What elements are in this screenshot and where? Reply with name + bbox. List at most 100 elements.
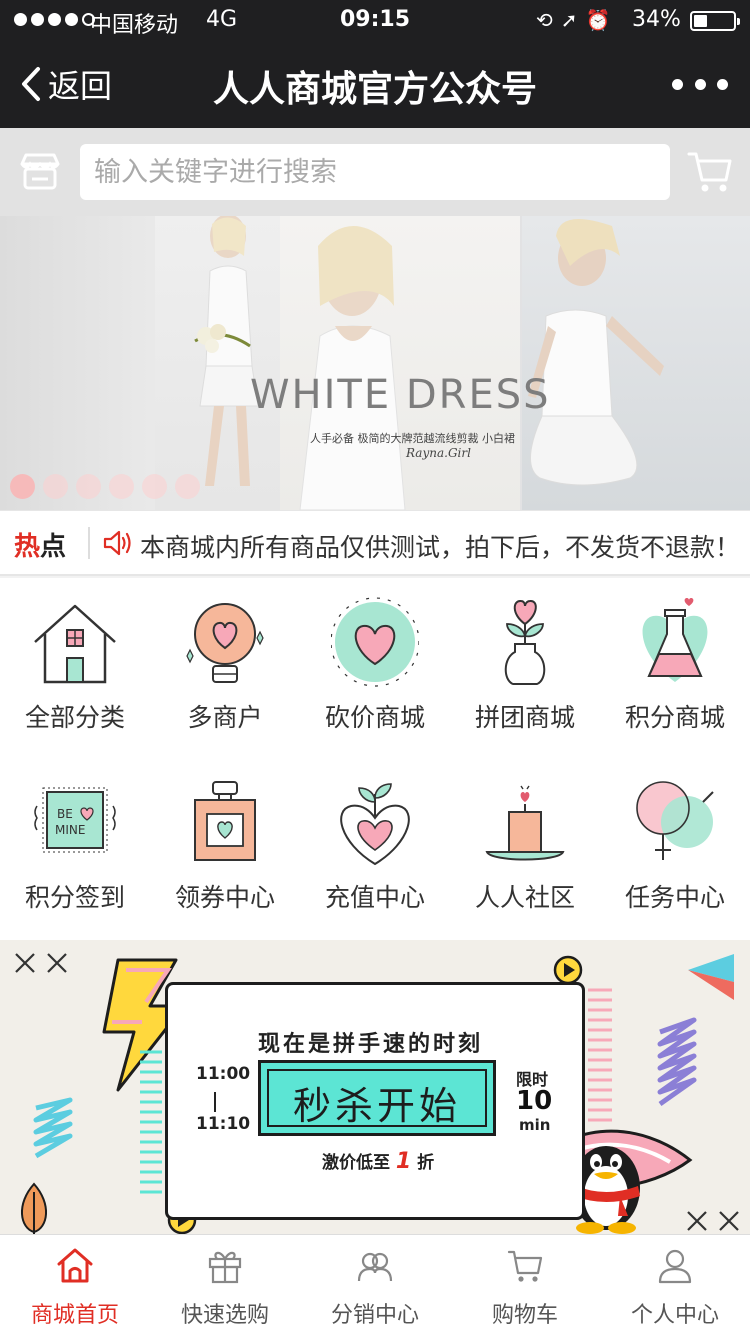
search-input[interactable]	[80, 144, 670, 200]
battery-fill	[694, 15, 707, 27]
model-figures	[194, 216, 664, 510]
status-bar: 中国移动 4G 09:15 ⟲➚⏰ 34%	[0, 0, 750, 40]
banner-subtitle: 人手必备 极简的大牌范越流线剪裁 小白裙	[310, 432, 515, 445]
category-multi-merchant[interactable]: 多商户	[150, 578, 300, 758]
tab-profile[interactable]: 个人中心	[600, 1235, 750, 1334]
tab-cart[interactable]: 购物车	[450, 1235, 600, 1334]
hot-tag: 热点	[14, 526, 66, 563]
status-icons: ⟲➚⏰	[536, 8, 618, 32]
people-icon	[357, 1252, 393, 1282]
dot-icon	[717, 78, 728, 90]
chevron-left-icon	[22, 67, 40, 101]
carousel-dot[interactable]	[109, 474, 134, 499]
carousel-dot[interactable]	[10, 474, 35, 499]
hot-tag-b: 点	[40, 532, 67, 562]
page-title: 人人商城官方公众号	[212, 69, 537, 110]
category-label: 积分签到	[24, 883, 125, 912]
category-all[interactable]: 全部分类	[0, 578, 150, 758]
promo-discount-value: 1	[395, 1149, 412, 1174]
house-icon	[34, 604, 116, 684]
carousel-dot[interactable]	[175, 474, 200, 499]
divider	[88, 527, 90, 559]
svg-text:BE: BE	[57, 807, 73, 821]
banner-headline: WHITE DRESS	[250, 372, 551, 418]
category-label: 积分商城	[624, 703, 725, 732]
cart-icon	[507, 1250, 543, 1282]
category-label: 充值中心	[324, 883, 425, 912]
back-button[interactable]: 返回	[20, 62, 112, 106]
promo-discount-suffix: 折	[417, 1153, 435, 1173]
carousel-dot[interactable]	[76, 474, 101, 499]
category-label: 全部分类	[24, 703, 125, 732]
search-bar	[0, 128, 750, 216]
flash-sale-banner[interactable]: 现在是拼手速的时刻 11:00 11:10 秒杀开始 限时 10 min 激价低…	[0, 940, 750, 1234]
category-recharge[interactable]: 充值中心	[300, 758, 450, 938]
category-label: 领券中心	[174, 883, 275, 912]
category-checkin[interactable]: BE MINE 积分签到	[0, 758, 150, 938]
cart-icon[interactable]	[686, 148, 734, 196]
category-label: 任务中心	[624, 883, 725, 912]
candle-icon	[485, 785, 565, 861]
lightbulb-heart-icon	[186, 603, 264, 683]
svg-text:MINE: MINE	[55, 823, 85, 837]
dot-icon	[694, 78, 706, 90]
tab-label: 商城首页	[30, 1303, 119, 1328]
tab-home[interactable]: 商城首页	[0, 1235, 150, 1334]
category-label: 人人社区	[474, 883, 575, 912]
flask-heart-icon	[642, 598, 708, 682]
heart-circle-icon	[331, 597, 419, 687]
location-arrow-icon: ➚	[560, 8, 586, 32]
dot-icon	[672, 78, 683, 90]
tab-label: 购物车	[491, 1303, 558, 1328]
promo-limit-unit: min	[519, 1116, 551, 1134]
battery-icon	[690, 11, 740, 31]
venus-mars-icon	[636, 781, 714, 860]
be-mine-card-icon: BE MINE	[34, 787, 116, 853]
category-bargain[interactable]: 砍价商城	[300, 578, 450, 758]
category-grid: 全部分类 多商户 砍价商城 拼团商城 积分商城 BE MINE 积分签到 领券中…	[0, 578, 750, 940]
category-coupons[interactable]: 领券中心	[150, 758, 300, 938]
promo-limit-value: 10	[516, 1086, 553, 1116]
tab-label: 分销中心	[330, 1303, 419, 1328]
promo-time-start: 11:00	[196, 1064, 251, 1084]
category-label: 拼团商城	[474, 703, 575, 732]
category-label: 多商户	[187, 703, 263, 732]
banner-brand: Rayna.Girl	[406, 446, 471, 460]
user-icon	[658, 1249, 692, 1284]
battery-percentage: 34%	[632, 7, 681, 32]
tab-distribution[interactable]: 分销中心	[300, 1235, 450, 1334]
carousel-dot[interactable]	[43, 474, 68, 499]
notice-bar[interactable]: 热点 本商城内所有商品仅供测试，拍下后，不发货不退款！	[0, 510, 750, 576]
tab-label: 快速选购	[180, 1303, 269, 1328]
speaker-icon	[103, 530, 131, 556]
promo-time-separator	[214, 1092, 216, 1112]
alarm-icon: ⏰	[585, 8, 619, 32]
flower-vase-icon	[504, 600, 546, 685]
store-icon[interactable]	[18, 150, 62, 194]
promo-discount: 激价低至 1 折	[322, 1148, 434, 1174]
more-menu-button[interactable]	[672, 70, 728, 98]
bottom-tab-bar: 商城首页 快速选购 分销中心 购物车 个人中心	[0, 1234, 750, 1334]
nav-bar: 返回 人人商城官方公众号	[0, 40, 750, 128]
promo-tagline: 现在是拼手速的时刻	[258, 1032, 484, 1057]
perfume-bottle-icon	[194, 781, 256, 861]
hot-tag-a: 热	[14, 532, 41, 562]
promo-time-end: 11:10	[196, 1114, 251, 1134]
tab-quick-buy[interactable]: 快速选购	[150, 1235, 300, 1334]
hero-banner[interactable]: WHITE DRESS 人手必备 极简的大牌范越流线剪裁 小白裙 Rayna.G…	[0, 216, 750, 510]
carousel-dot[interactable]	[142, 474, 167, 499]
home-icon	[57, 1248, 93, 1283]
category-label: 砍价商城	[324, 703, 425, 732]
promo-discount-prefix: 激价低至	[322, 1153, 390, 1173]
category-group-buy[interactable]: 拼团商城	[450, 578, 600, 758]
lock-rotation-icon: ⟲	[536, 8, 561, 32]
carousel-indicators[interactable]	[10, 474, 200, 499]
promo-headline: 秒杀开始	[292, 1084, 461, 1128]
back-label: 返回	[48, 67, 113, 105]
tab-label: 个人中心	[630, 1303, 719, 1328]
category-tasks[interactable]: 任务中心	[600, 758, 750, 938]
gift-icon	[208, 1251, 242, 1284]
category-community[interactable]: 人人社区	[450, 758, 600, 938]
notice-text: 本商城内所有商品仅供测试，拍下后，不发货不退款！	[140, 533, 741, 562]
category-points-mall[interactable]: 积分商城	[600, 578, 750, 758]
